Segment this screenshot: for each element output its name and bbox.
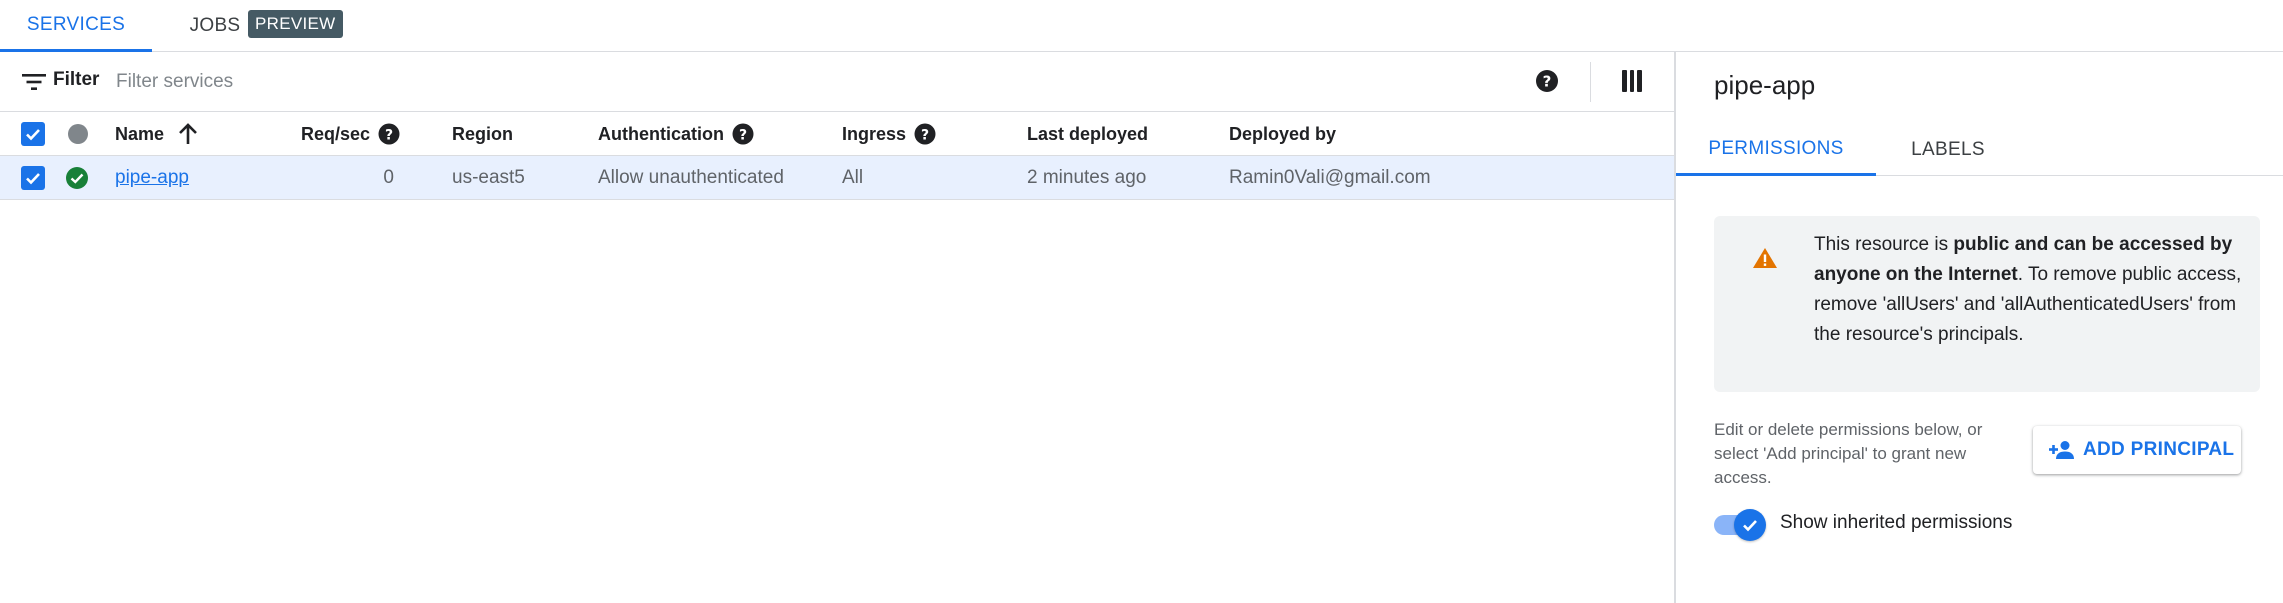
table-header: Name Req/sec ? Region Authentication ? I… xyxy=(0,113,1674,156)
svg-text:?: ? xyxy=(921,128,929,144)
toolbar-divider xyxy=(1590,62,1591,102)
row-checkbox[interactable] xyxy=(21,156,45,199)
filter-bar: Filter ? xyxy=(0,52,1674,112)
preview-badge: PREVIEW xyxy=(248,10,343,38)
panel-tabs: PERMISSIONS LABELS xyxy=(1676,124,2283,176)
permissions-help-text: Edit or delete permissions below, or sel… xyxy=(1714,420,1983,487)
show-inherited-toggle[interactable] xyxy=(1714,508,1766,541)
svg-text:?: ? xyxy=(1543,73,1552,91)
tab-labels[interactable]: LABELS xyxy=(1876,124,2020,176)
service-name-link[interactable]: pipe-app xyxy=(115,156,189,199)
authentication-value: Allow unauthenticated xyxy=(598,166,784,188)
help-icon[interactable]: ? xyxy=(378,123,400,145)
column-header-ingress-label: Ingress xyxy=(842,123,907,144)
column-header-name-label: Name xyxy=(115,123,165,144)
column-header-last-deployed[interactable]: Last deployed xyxy=(1027,113,1148,155)
filter-icon[interactable] xyxy=(22,72,46,92)
last-deployed-value: 2 minutes ago xyxy=(1027,166,1147,188)
ingress-value: All xyxy=(842,166,864,188)
column-header-req-sec-label: Req/sec xyxy=(301,123,371,144)
check-icon xyxy=(1734,509,1766,541)
deployed-by-value: Ramin0Vali@gmail.com xyxy=(1229,166,1431,188)
public-access-warning: This resource is public and can be acces… xyxy=(1714,216,2260,392)
columns-icon[interactable] xyxy=(1622,70,1643,92)
svg-text:?: ? xyxy=(385,128,393,144)
help-icon[interactable]: ? xyxy=(914,123,936,145)
tab-permissions[interactable]: PERMISSIONS xyxy=(1676,124,1876,176)
column-header-authentication-label: Authentication xyxy=(598,123,724,144)
help-icon[interactable]: ? xyxy=(732,123,754,145)
check-circle-icon xyxy=(66,156,88,199)
help-icon[interactable]: ? xyxy=(1535,69,1559,93)
top-tabs: SERVICES JOBS PREVIEW xyxy=(0,0,2283,52)
status-header-icon xyxy=(68,113,88,155)
warning-icon xyxy=(1753,248,1777,268)
column-header-req-sec[interactable]: Req/sec ? xyxy=(301,113,400,155)
svg-text:?: ? xyxy=(739,128,747,144)
column-header-name[interactable]: Name xyxy=(115,113,198,155)
column-header-deployed-by[interactable]: Deployed by xyxy=(1229,113,1336,155)
req-sec-value: 0 xyxy=(383,166,394,188)
filter-label[interactable]: Filter xyxy=(53,69,99,91)
tab-services[interactable]: SERVICES xyxy=(0,0,152,52)
add-principal-label: ADD PRINCIPAL xyxy=(2083,439,2235,460)
column-header-region[interactable]: Region xyxy=(452,113,513,155)
arrow-up-icon[interactable] xyxy=(178,123,198,145)
add-principal-button[interactable]: ADD PRINCIPAL xyxy=(2033,426,2241,474)
warning-text: This resource is public and can be acces… xyxy=(1814,230,2244,350)
person-add-icon xyxy=(2049,441,2074,459)
panel-title: pipe-app xyxy=(1714,70,1816,100)
warning-text-prefix: This resource is xyxy=(1814,234,1954,255)
select-all-checkbox[interactable] xyxy=(21,113,45,155)
info-panel: pipe-app PERMISSIONS LABELS This resourc… xyxy=(1674,52,2283,603)
column-header-ingress[interactable]: Ingress ? xyxy=(842,113,936,155)
services-panel: Filter ? Name Req/sec ? xyxy=(0,52,1674,603)
table-row[interactable]: pipe-app 0 us-east5 Allow unauthenticate… xyxy=(0,156,1674,200)
column-header-authentication[interactable]: Authentication ? xyxy=(598,113,754,155)
filter-services-input[interactable] xyxy=(116,64,716,100)
show-inherited-label: Show inherited permissions xyxy=(1780,512,2013,533)
tab-jobs[interactable]: JOBS xyxy=(175,0,255,51)
region-value: us-east5 xyxy=(452,166,525,188)
